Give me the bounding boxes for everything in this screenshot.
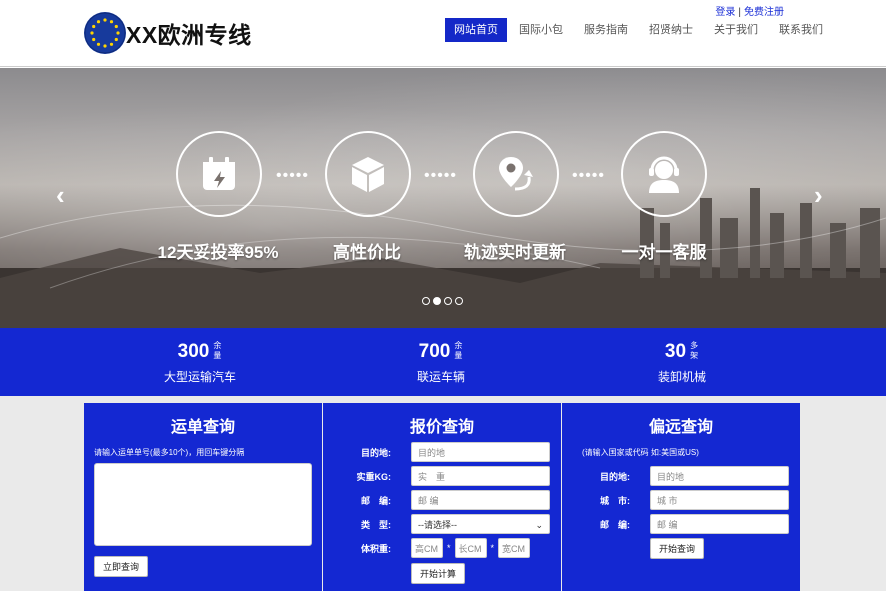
slide-indicator[interactable]: [455, 297, 463, 305]
calendar-bolt-icon: [203, 157, 235, 190]
width-input[interactable]: 宽CM: [498, 538, 531, 558]
stat-trucks: 300 余量 大型运输汽车: [130, 341, 270, 385]
stat-number: 700: [418, 341, 451, 362]
remote-query-panel: 偏远查询 (请输入国家或代码 如:美国或US) 目的地: 目的地 城 市: 城 …: [562, 403, 800, 591]
feature-delivery-rate: [176, 131, 262, 217]
volume-row: 体积重: 高CM * 长CM * 宽CM: [331, 538, 531, 558]
panel-hint: (请输入国家或代码 如:美国或US): [582, 448, 699, 457]
stat-unit: 余量: [213, 341, 222, 360]
destination-row: 目的地: 目的地: [331, 442, 550, 462]
logo[interactable]: XX欧洲专线: [84, 12, 252, 54]
waybill-query-button[interactable]: 立即查询: [94, 556, 149, 577]
remote-destination-input[interactable]: 目的地: [650, 466, 789, 486]
slide-indicators: [422, 297, 466, 305]
stat-label: 装卸机械: [657, 370, 706, 384]
stat-machinery: 30 多架 装卸机械: [612, 341, 752, 385]
stat-label: 大型运输汽车: [163, 370, 236, 384]
feature-tracking: [473, 131, 559, 217]
length-input[interactable]: 长CM: [454, 538, 487, 558]
chevron-down-icon: ⌄: [535, 520, 543, 530]
field-label: 体积重:: [361, 543, 391, 554]
feature-label: 12天妥投率95%: [157, 243, 279, 262]
slide-indicator-active[interactable]: [433, 297, 441, 305]
field-label: 邮 编:: [600, 519, 630, 530]
city-input[interactable]: 城 市: [650, 490, 789, 510]
field-label: 邮 编:: [361, 495, 391, 506]
link-separator: |: [738, 7, 741, 18]
slide-indicator[interactable]: [444, 297, 452, 305]
nav-item-service-guide[interactable]: 服务指南: [575, 18, 637, 42]
site-header: XX欧洲专线 登录 | 免费注册 网站首页 国际小包 服务指南 招贤纳士 关于我们 …: [0, 0, 886, 67]
stats-bar: 300 余量 大型运输汽车 700 余量 联运车辆 30 多架 装卸机械: [0, 328, 886, 396]
panel-title: 报价查询: [409, 419, 474, 436]
feature-connector: •••••: [572, 167, 606, 184]
type-select-value: --请选择--: [418, 520, 457, 530]
stat-unit: 多架: [690, 341, 699, 360]
weight-input[interactable]: 实 重: [411, 466, 550, 486]
feature-label: 轨迹实时更新: [464, 243, 566, 262]
location-route-icon: [499, 157, 533, 191]
stat-label: 联运车辆: [416, 370, 465, 384]
logo-text: XX欧洲专线: [126, 22, 252, 48]
field-label: 实重KG:: [356, 471, 392, 482]
panel-title: 偏远查询: [648, 419, 713, 436]
nav-item-home[interactable]: 网站首页: [445, 18, 507, 42]
weight-row: 实重KG: 实 重: [331, 466, 550, 486]
slide-indicator[interactable]: [422, 297, 430, 305]
hero-banner: ‹ › ••••• ••••• ••••• 12天妥投率95% 高性价比 轨迹实…: [0, 68, 886, 328]
postcode-input[interactable]: 邮 编: [411, 490, 550, 510]
city-row: 城 市: 城 市: [570, 490, 789, 510]
type-row: 类 型: --请选择-- ⌄: [331, 514, 550, 534]
waybill-numbers-textarea[interactable]: [94, 463, 312, 546]
feature-label: 高性价比: [333, 243, 401, 262]
feature-support: [621, 131, 707, 217]
field-label: 目的地:: [600, 471, 630, 482]
panel-hint: 请输入运单单号(最多10个)，用回车键分隔: [94, 448, 245, 457]
field-label: 目的地:: [361, 447, 391, 458]
stat-number: 300: [177, 341, 210, 362]
type-select[interactable]: --请选择-- ⌄: [411, 514, 550, 534]
remote-destination-row: 目的地: 目的地: [570, 466, 789, 486]
calculate-button[interactable]: 开始计算: [411, 563, 466, 584]
eu-flag-icon: [84, 12, 126, 54]
field-label: 城 市:: [600, 495, 630, 506]
next-slide-button[interactable]: ›: [814, 180, 823, 211]
feature-connector: •••••: [276, 167, 310, 184]
feature-connector: •••••: [424, 167, 458, 184]
quote-query-panel: 报价查询 目的地: 目的地 实重KG: 实 重 邮 编: 邮 编 类 型: --…: [323, 403, 561, 591]
height-input[interactable]: 高CM: [411, 538, 443, 558]
stat-unit: 余量: [454, 341, 463, 360]
login-link[interactable]: 登录: [715, 7, 735, 18]
destination-input[interactable]: 目的地: [411, 442, 550, 462]
feature-label: 一对一客服: [621, 243, 707, 262]
remote-postcode-row: 邮 编: 邮 编: [570, 514, 789, 534]
star-separator: *: [490, 543, 495, 553]
stat-number: 30: [664, 341, 687, 362]
box-icon: [352, 157, 384, 192]
panel-title: 运单查询: [170, 419, 235, 436]
remote-postcode-input[interactable]: 邮 编: [650, 514, 789, 534]
customer-service-icon: [649, 156, 679, 193]
remote-query-button[interactable]: 开始查询: [650, 538, 705, 559]
stat-vehicles: 700 余量 联运车辆: [371, 341, 511, 385]
main-nav: 网站首页 国际小包 服务指南 招贤纳士 关于我们 联系我们: [445, 18, 835, 42]
nav-item-about[interactable]: 关于我们: [705, 18, 767, 42]
register-link[interactable]: 免费注册: [744, 7, 784, 18]
nav-item-careers[interactable]: 招贤纳士: [640, 18, 702, 42]
nav-item-international-parcel[interactable]: 国际小包: [510, 18, 572, 42]
nav-item-contact[interactable]: 联系我们: [770, 18, 832, 42]
waybill-query-panel: 运单查询 请输入运单单号(最多10个)，用回车键分隔 立即查询: [84, 403, 322, 591]
account-links: 登录 | 免费注册: [715, 3, 784, 18]
postcode-row: 邮 编: 邮 编: [331, 490, 550, 510]
star-separator: *: [447, 543, 451, 553]
feature-value: [325, 131, 411, 217]
field-label: 类 型:: [361, 519, 391, 530]
prev-slide-button[interactable]: ‹: [56, 180, 65, 211]
